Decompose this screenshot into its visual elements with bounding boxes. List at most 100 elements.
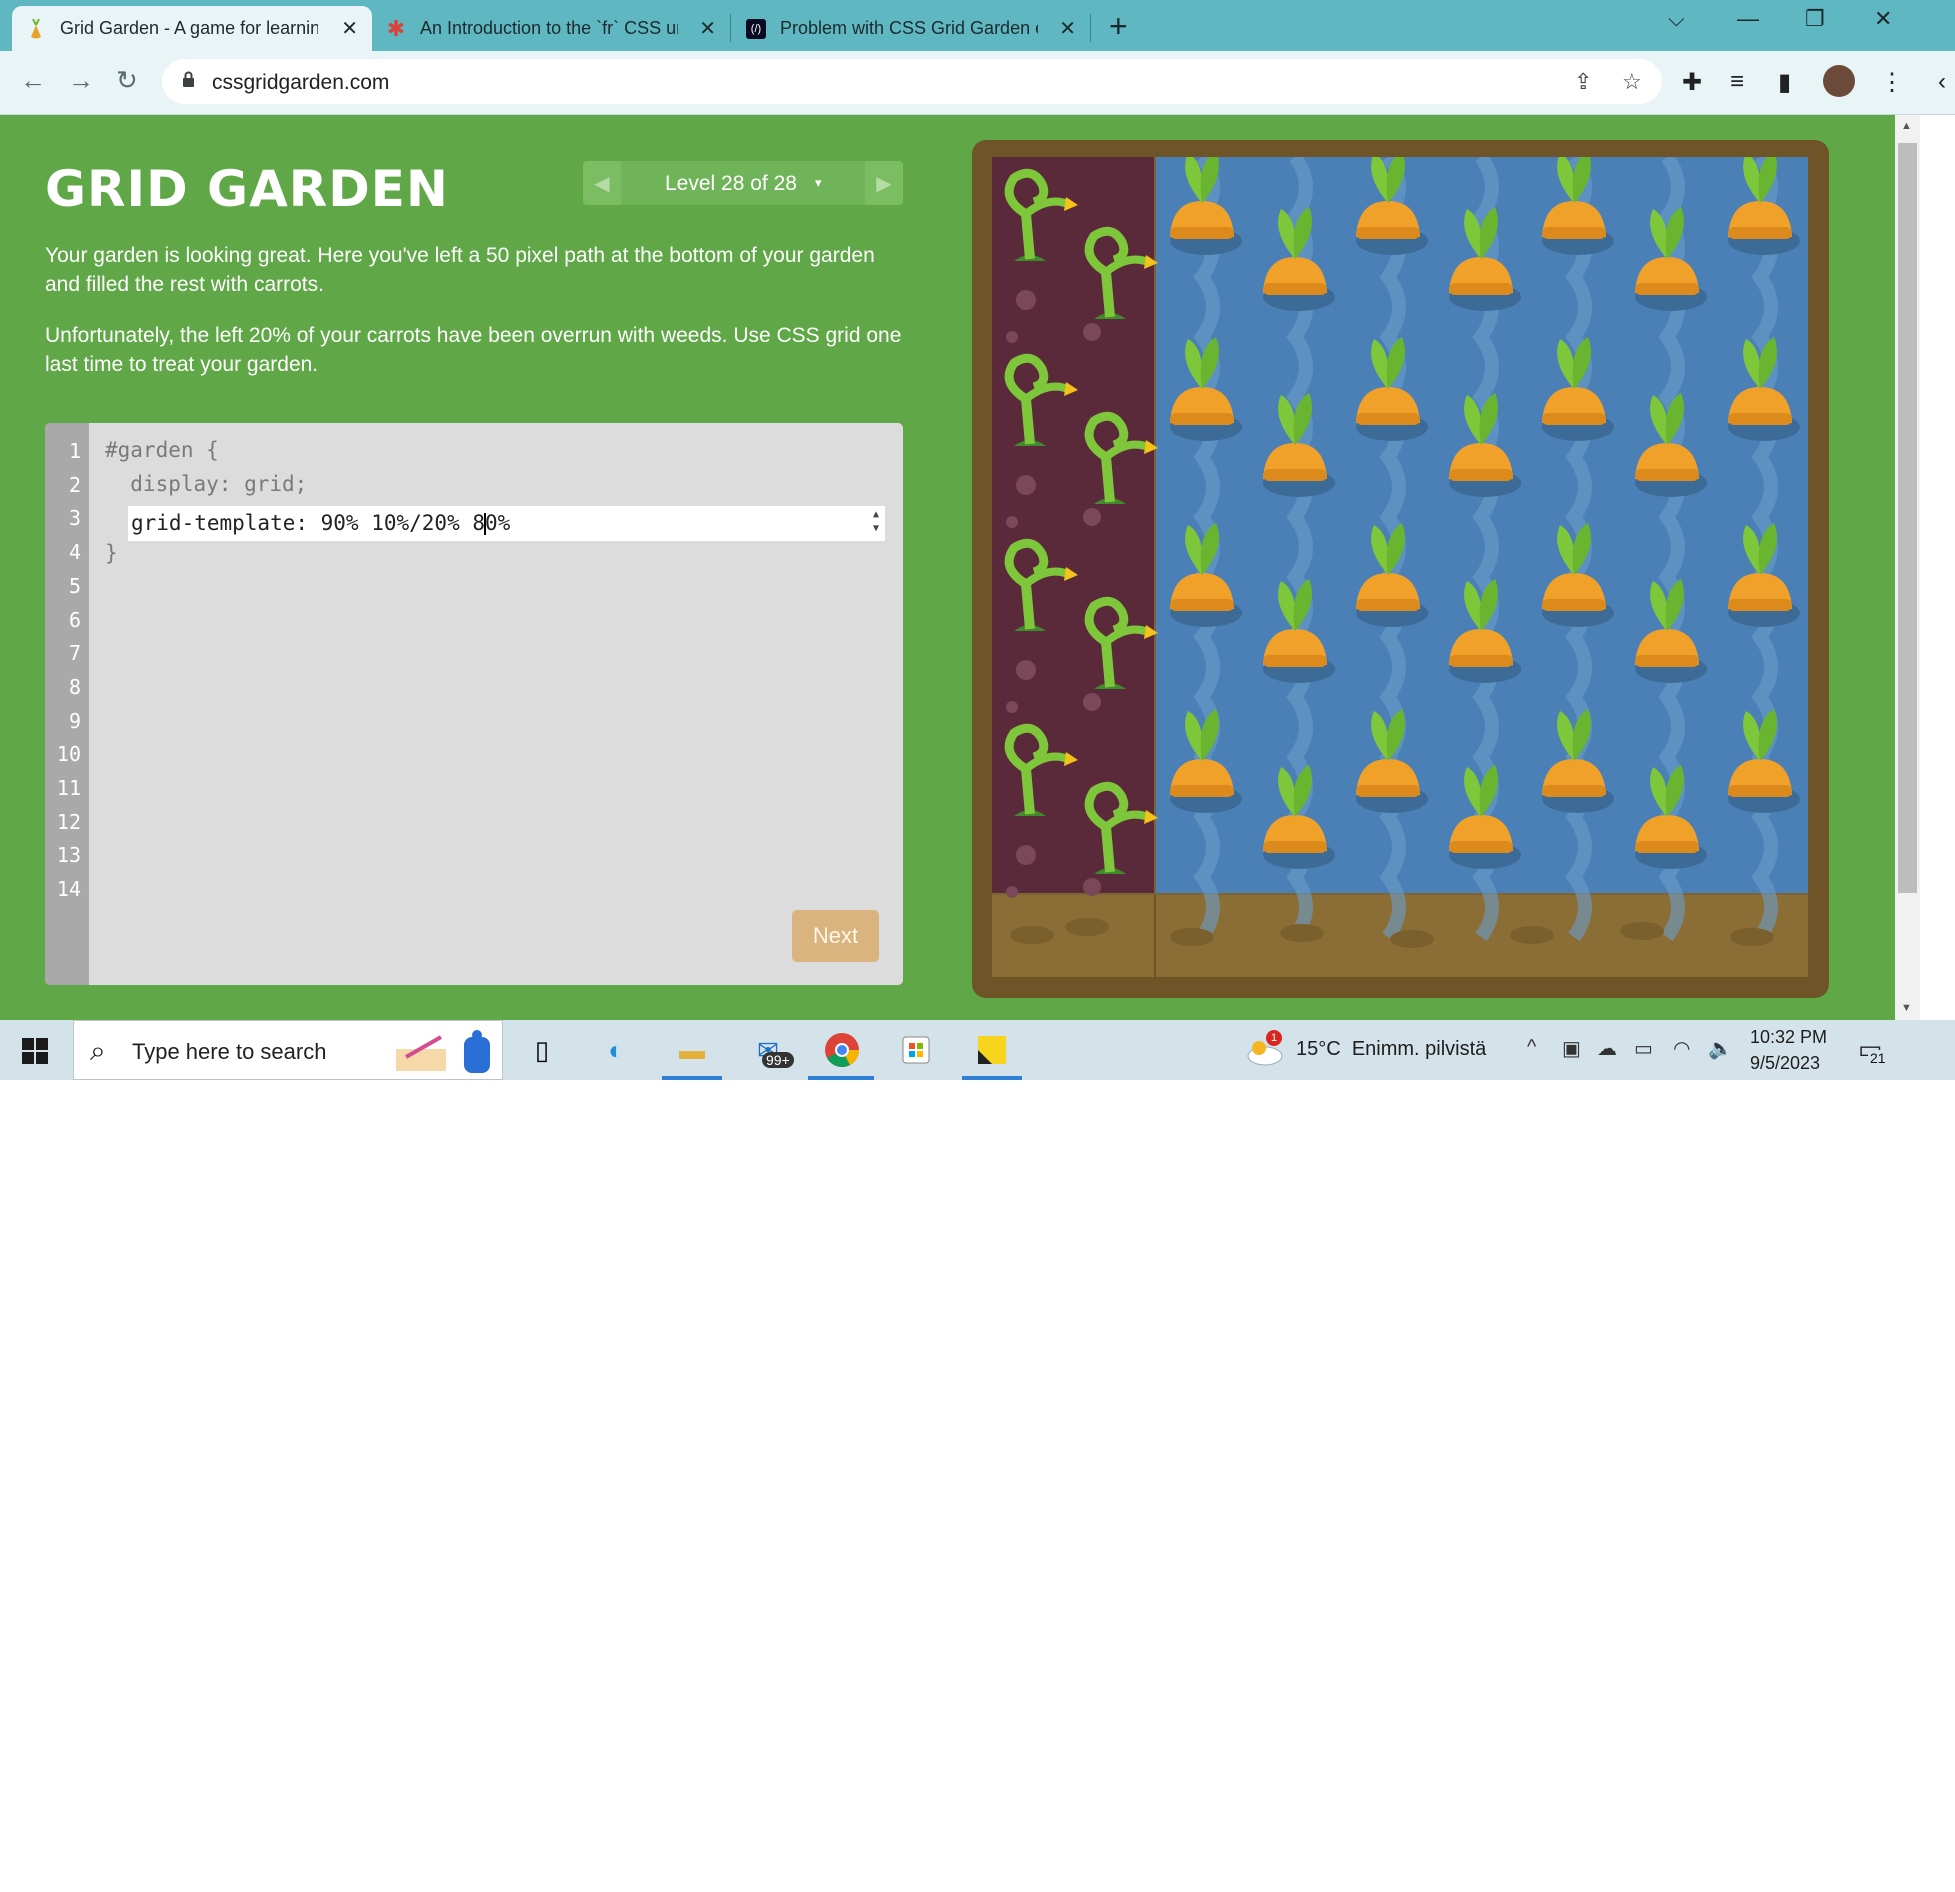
mail-badge: 99+: [762, 1052, 794, 1068]
weed-curl: [1023, 752, 1070, 773]
clock-time[interactable]: 10:32 PM: [1750, 1027, 1827, 1048]
carrot-leaf: [1557, 525, 1575, 575]
carrot-band: [1728, 785, 1792, 797]
show-hidden-icons-icon[interactable]: ^: [1527, 1036, 1536, 1059]
path-stone: [1065, 918, 1109, 936]
line-number: 10: [56, 742, 81, 767]
share-icon[interactable]: ⇪: [1574, 69, 1592, 95]
weed-curl: [1023, 567, 1070, 588]
minimize-button[interactable]: —: [1737, 6, 1759, 32]
next-button[interactable]: Next: [792, 910, 879, 962]
tab-fr-unit[interactable]: ✱ An Introduction to the `fr` CSS un ✕: [372, 6, 730, 51]
line-number: 11: [56, 776, 81, 800]
microsoft-store-icon[interactable]: [896, 1030, 936, 1070]
windows-start-icon[interactable]: [22, 1038, 48, 1064]
close-tab-icon[interactable]: ✕: [341, 16, 358, 41]
carrot-leaf: [1650, 581, 1668, 631]
task-view-icon[interactable]: ▯: [522, 1030, 562, 1070]
weed-dot: [1006, 516, 1018, 528]
close-tab-icon[interactable]: ✕: [699, 16, 716, 41]
back-arrow-icon[interactable]: ←: [20, 65, 46, 96]
weed-dot: [1016, 290, 1036, 310]
weed-curl: [1103, 625, 1150, 646]
weed-thorn: [1064, 382, 1078, 396]
bookmark-star-icon[interactable]: ☆: [1622, 69, 1642, 95]
next-level-button[interactable]: ▶: [865, 161, 903, 205]
extensions-icon[interactable]: ✚: [1682, 68, 1702, 97]
code-line-2: display: grid;: [105, 472, 308, 496]
taskbar-search-box[interactable]: ⌕ Type here to search: [73, 1020, 503, 1080]
carrot-band: [1635, 469, 1699, 481]
weed-dot: [1006, 331, 1018, 343]
weed-stem: [1021, 213, 1035, 260]
weather-temperature: 15°C: [1296, 1038, 1341, 1060]
level-indicator[interactable]: Level 28 of 28: [665, 172, 797, 196]
side-panel-icon[interactable]: ▮: [1778, 68, 1791, 97]
profile-avatar[interactable]: [1823, 65, 1855, 97]
line-number: 3: [68, 506, 81, 531]
meet-now-icon[interactable]: ▣: [1562, 1036, 1581, 1061]
side-arrow-icon[interactable]: ‹: [1938, 68, 1946, 96]
wifi-icon[interactable]: ◠: [1673, 1036, 1690, 1061]
weed-thorn: [1144, 255, 1158, 269]
instructions-paragraph-2: Unfortunately, the left 20% of your carr…: [45, 324, 902, 376]
tab-separator: [730, 14, 731, 42]
scrollbar-thumb[interactable]: [1898, 143, 1917, 893]
carrot-band: [1356, 599, 1420, 611]
restore-button[interactable]: ❐: [1805, 6, 1825, 32]
path-stone: [1390, 930, 1434, 948]
tab-separator: [1090, 14, 1091, 42]
line-number: 5: [68, 573, 81, 598]
css-input-field[interactable]: grid-template: 90% 10%/20% 80% ▲ ▼: [128, 506, 885, 541]
onedrive-icon[interactable]: ☁: [1597, 1036, 1617, 1061]
weed-dot: [1016, 475, 1036, 495]
media-control-icon[interactable]: ≡: [1730, 68, 1744, 96]
code-line-4: }: [105, 541, 118, 565]
search-highlight-illustration: [396, 1030, 490, 1073]
carrot-band: [1263, 469, 1327, 481]
weed-curl: [1103, 255, 1150, 276]
close-window-button[interactable]: ✕: [1874, 6, 1892, 32]
chrome-icon[interactable]: [822, 1030, 862, 1070]
carrot-leaf: [1464, 581, 1482, 631]
reload-icon[interactable]: ↻: [116, 65, 138, 96]
menu-icon[interactable]: ⋮: [1880, 68, 1904, 97]
tab-grid-garden[interactable]: Grid Garden - A game for learnin ✕: [12, 6, 372, 51]
edge-browser-icon[interactable]: ◐: [596, 1030, 636, 1070]
sticky-notes-icon[interactable]: [972, 1030, 1012, 1070]
carrot-band: [1728, 227, 1792, 239]
weed-dot: [1083, 878, 1101, 896]
carrot-band: [1170, 413, 1234, 425]
close-tab-icon[interactable]: ✕: [1059, 16, 1076, 41]
file-explorer-icon[interactable]: ▬: [672, 1030, 712, 1070]
garden: [992, 157, 1808, 977]
carrot-band: [1263, 841, 1327, 853]
dropdown-caret-icon[interactable]: ▾: [815, 175, 822, 191]
page-content: GRID GARDEN ◀ Level 28 of 28 ▾ ▶ Your ga…: [0, 115, 1895, 1020]
forward-arrow-icon[interactable]: →: [68, 65, 94, 96]
scroll-up-icon[interactable]: ▲: [1901, 120, 1912, 132]
previous-level-button[interactable]: ◀: [583, 161, 621, 205]
weed-stem: [1021, 583, 1035, 630]
volume-icon[interactable]: 🔈: [1708, 1036, 1733, 1061]
input-spinner-icon[interactable]: ▲ ▼: [873, 508, 879, 536]
carrot-leaf: [1185, 525, 1203, 575]
lock-icon: [183, 71, 194, 87]
scroll-down-icon[interactable]: ▼: [1901, 1002, 1912, 1014]
tab-problem-css-grid[interactable]: (/) Problem with CSS Grid Garden ex ✕: [732, 6, 1090, 51]
windows-taskbar: ⌕ Type here to search ▯ ◐ ▬ ✉ 99+ 1 15°C…: [0, 1020, 1955, 1080]
carrot-band: [1542, 599, 1606, 611]
line-number: 12: [56, 809, 81, 834]
address-bar[interactable]: cssgridgarden.com ⇪ ☆: [162, 59, 1662, 104]
search-placeholder: Type here to search: [132, 1039, 327, 1064]
carrot-icon: [26, 18, 46, 39]
carrot-band: [1635, 841, 1699, 853]
active-app-indicator: [662, 1076, 722, 1080]
line-number-gutter: 1 2 3 4 5 6 7 8 9 10 11 12 13 14: [45, 423, 89, 985]
clock-date[interactable]: 9/5/2023: [1750, 1053, 1820, 1074]
weed-thorn: [1144, 440, 1158, 454]
tab-search-icon[interactable]: ⌵: [1668, 6, 1685, 32]
carrot-band: [1449, 655, 1513, 667]
new-tab-button[interactable]: +: [1109, 8, 1128, 45]
battery-icon[interactable]: ▭: [1634, 1036, 1653, 1061]
